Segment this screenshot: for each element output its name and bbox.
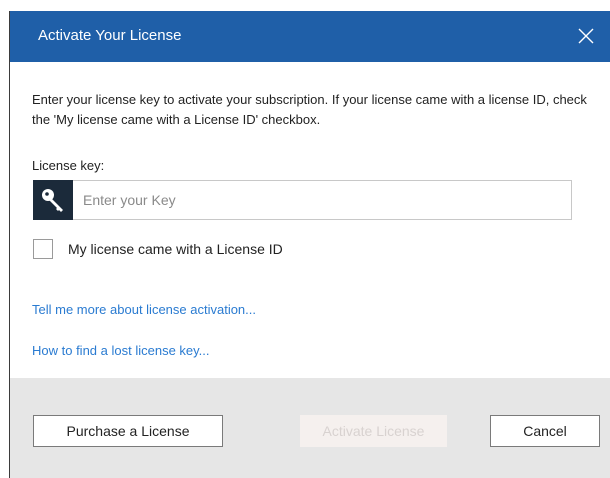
lost-license-key-link[interactable]: How to find a lost license key...: [32, 343, 210, 358]
activate-license-button[interactable]: Activate License: [300, 415, 447, 447]
dialog-titlebar: Activate Your License: [10, 11, 610, 62]
license-key-label: License key:: [32, 158, 105, 173]
license-id-checkbox-label[interactable]: My license came with a License ID: [68, 241, 283, 257]
intro-text: Enter your license key to activate your …: [32, 92, 587, 127]
purchase-license-button[interactable]: Purchase a License: [33, 415, 223, 447]
license-id-checkbox[interactable]: [33, 239, 53, 259]
license-key-input[interactable]: [73, 180, 572, 220]
close-button[interactable]: [570, 20, 602, 52]
license-activation-info-link[interactable]: Tell me more about license activation...: [32, 302, 256, 317]
key-icon-box: [33, 180, 73, 220]
license-id-checkbox-row[interactable]: My license came with a License ID: [33, 239, 283, 259]
activate-license-dialog: Activate Your License Enter your license…: [9, 11, 610, 478]
close-icon: [578, 28, 594, 44]
key-icon: [42, 189, 63, 212]
cancel-button[interactable]: Cancel: [490, 415, 600, 447]
dialog-title: Activate Your License: [38, 27, 182, 44]
